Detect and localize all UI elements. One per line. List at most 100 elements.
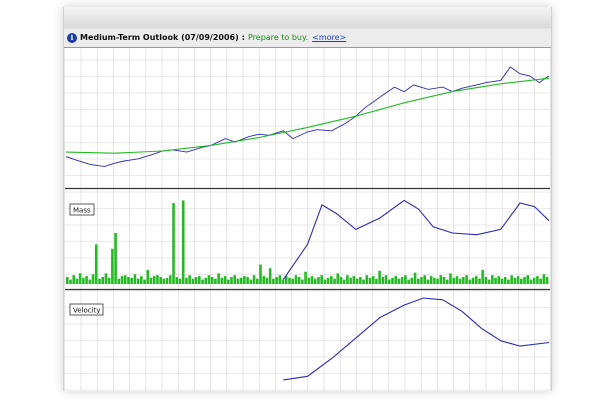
mass-bar [342, 279, 346, 284]
mass-bar [78, 273, 82, 284]
mass-bar [85, 276, 88, 284]
mass-bar [152, 276, 156, 284]
mass-bar [127, 277, 130, 284]
mass-bar [497, 276, 501, 284]
mass-bar [423, 275, 426, 284]
mass-bar [175, 277, 179, 284]
mass-bar [416, 278, 420, 284]
mass-bar [310, 276, 314, 284]
mass-bar [243, 276, 246, 284]
mass-bar [230, 277, 233, 284]
mass-bar [397, 278, 401, 284]
mass-bar [545, 277, 549, 284]
mass-bar [484, 277, 488, 284]
mass-bar [268, 268, 272, 284]
mass-bar [181, 200, 185, 284]
mass-bar [394, 276, 398, 284]
mass-bar [458, 278, 462, 284]
mass-bar [278, 275, 282, 284]
mass-bar [98, 278, 101, 284]
mass-bar [156, 275, 159, 284]
mass-bar [169, 275, 172, 284]
mass-bar [140, 276, 143, 284]
more-link[interactable]: <more> [312, 33, 346, 42]
mass-bar [449, 273, 452, 284]
mass-bar [239, 277, 243, 284]
mass-bar [227, 279, 230, 284]
mass-bar [236, 278, 240, 284]
mass-bar [400, 277, 404, 284]
app-window: i Medium-Term Outlook (07/09/2006): Prepa… [63, 7, 552, 391]
mass-bar [252, 275, 256, 284]
mass-bar [526, 275, 530, 284]
mass-bar [500, 278, 504, 284]
mass-bar [165, 277, 169, 284]
mass-bar [462, 277, 465, 284]
mass-bar [120, 276, 124, 284]
mass-bar [384, 275, 388, 284]
mass-bar [520, 278, 523, 284]
mass-bar [516, 276, 520, 284]
mass-bar [72, 275, 76, 284]
mass-bar [410, 277, 414, 284]
mass-bar [368, 277, 372, 284]
outlook-title: Medium-Term Outlook (07/09/2006) [80, 33, 239, 42]
mass-bar [114, 233, 117, 284]
mass-bar [82, 277, 85, 284]
mass-bar [481, 269, 484, 284]
mass-bar [262, 276, 265, 284]
info-icon[interactable]: i [67, 33, 77, 43]
mass-bar [420, 277, 423, 284]
mass-bar [301, 279, 304, 284]
mass-bar [101, 277, 104, 284]
mass-bar [223, 276, 227, 284]
mass-bar [455, 276, 459, 284]
mass-bar [259, 264, 262, 284]
mass-bar [487, 279, 491, 284]
mass-bar [136, 278, 140, 284]
velocity-label: Velocity [73, 307, 100, 315]
mass-bar [532, 277, 536, 284]
mass-bar [371, 276, 375, 284]
mass-bar [491, 275, 494, 284]
mass-bar [433, 277, 436, 284]
mass-bar [304, 271, 307, 284]
mass-bar [149, 277, 153, 284]
mass-bar [288, 277, 291, 284]
mass-bar [471, 277, 475, 284]
mass-bar [172, 203, 175, 284]
mass-bar [194, 277, 198, 284]
stock-chart: Mass Velocity [65, 48, 550, 391]
mass-bar [407, 279, 410, 284]
mass-bar [317, 277, 320, 284]
mass-bar [359, 277, 362, 284]
mass-bar [468, 279, 472, 284]
grid-lines [65, 48, 550, 391]
mass-bar [255, 278, 259, 284]
mass-bar [185, 277, 188, 284]
mass-bar [159, 277, 162, 284]
mass-bar [294, 275, 298, 284]
mass-bar [510, 275, 513, 284]
mass-bar [426, 279, 430, 284]
mass-bar [162, 278, 166, 284]
mass-bar [275, 277, 278, 284]
mass-bar [507, 279, 510, 284]
mass-bar [313, 278, 317, 284]
mass-bar [307, 277, 311, 284]
mass-bar [66, 277, 69, 284]
mass-bar [536, 276, 539, 284]
mass-curve-line [282, 199, 550, 280]
mass-bar [210, 277, 214, 284]
outlook-separator: : [241, 33, 245, 42]
mass-bar [107, 277, 111, 284]
mass-bar [362, 279, 365, 284]
mass-bar [130, 277, 133, 284]
mass-bar [513, 277, 517, 284]
mass-bar [465, 275, 468, 284]
mass-bar [330, 276, 333, 284]
mass-bar [429, 276, 433, 284]
mass-bar [474, 276, 478, 284]
mass-bar [378, 270, 381, 284]
mass-bar [191, 278, 195, 284]
